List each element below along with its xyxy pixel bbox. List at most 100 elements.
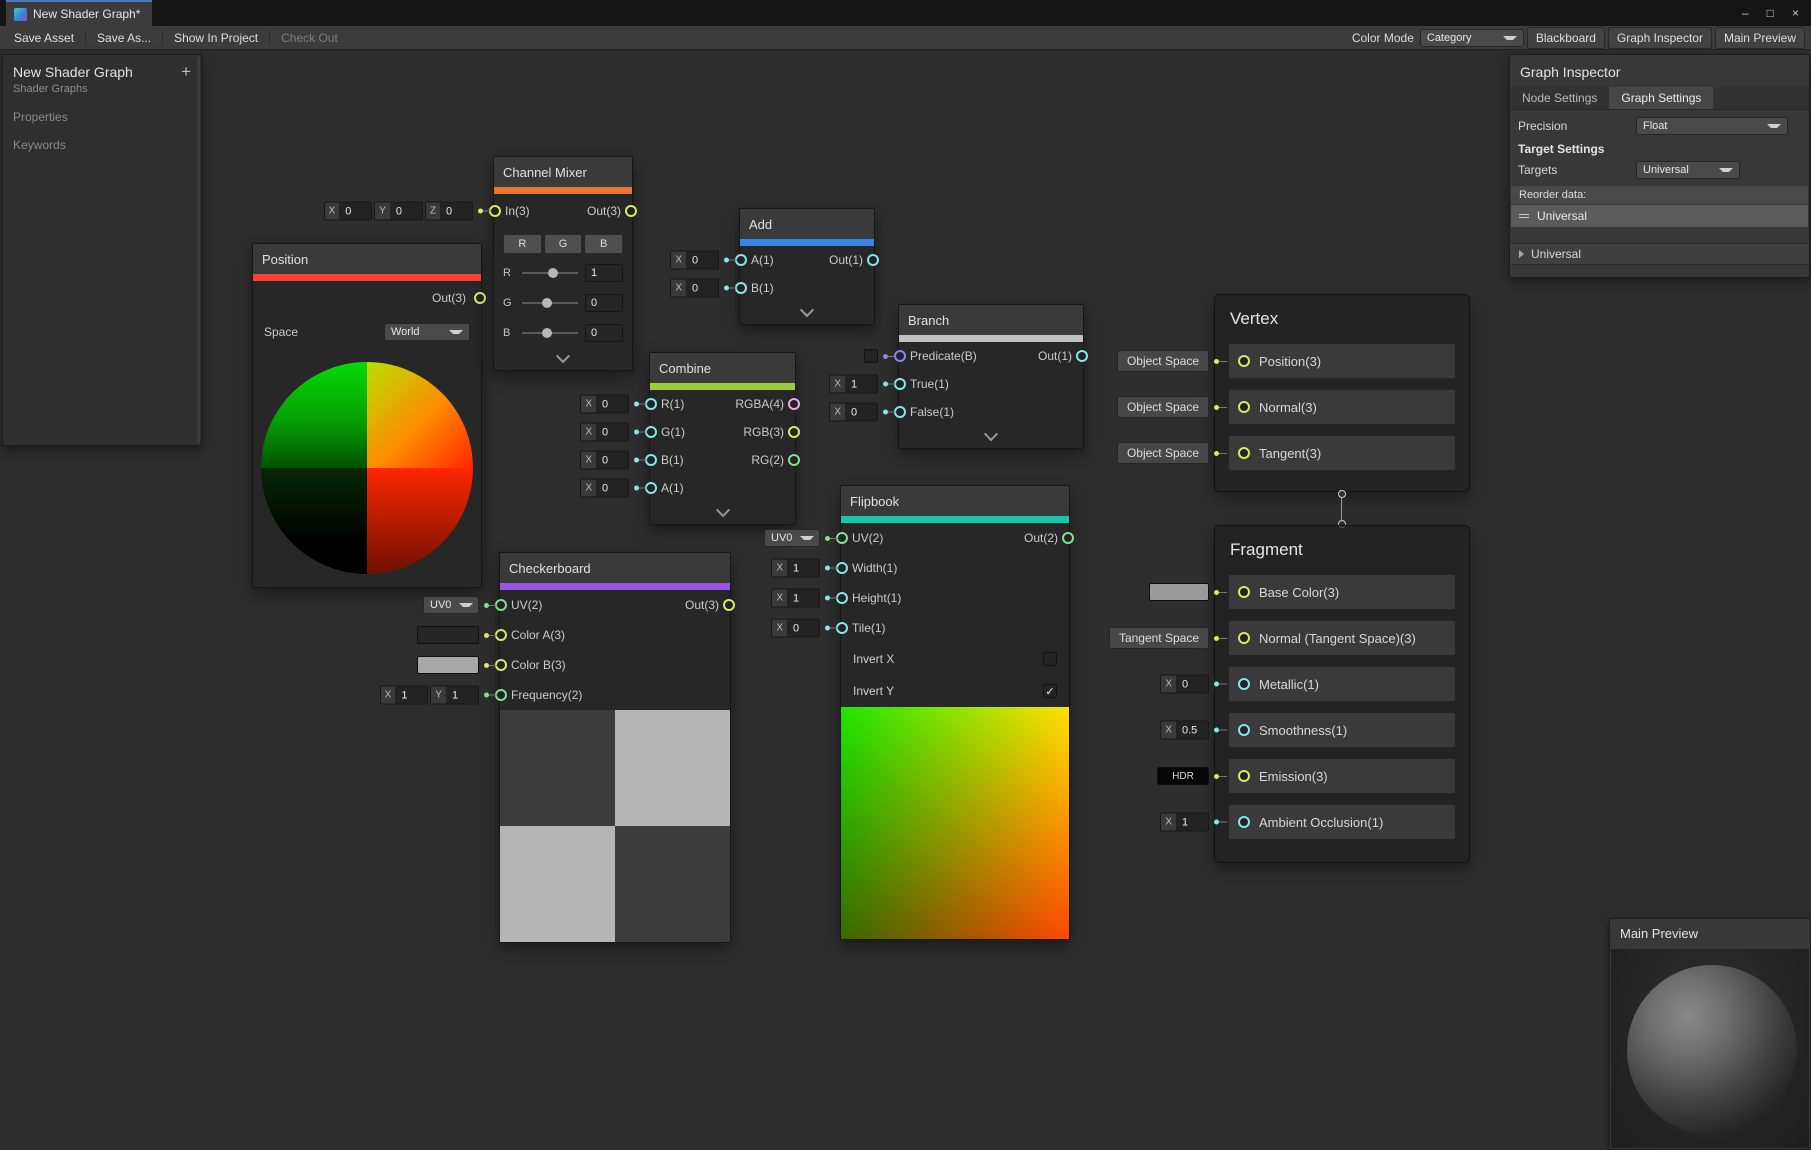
block-tangent[interactable]: Tangent(3) Object Space: [1228, 435, 1456, 471]
precision-dropdown[interactable]: Float: [1636, 117, 1788, 135]
x-field[interactable]: X0: [1160, 675, 1209, 694]
block-base-color[interactable]: Base Color(3): [1228, 574, 1456, 610]
block-normal[interactable]: Normal(3) Object Space: [1228, 389, 1456, 425]
node-branch-titlebar[interactable]: Branch: [899, 305, 1083, 335]
uv-channel-dropdown[interactable]: UV0: [423, 596, 479, 614]
port-normal-ts-vector3[interactable]: [1238, 632, 1250, 644]
graph-inspector-toggle[interactable]: Graph Inspector: [1608, 27, 1712, 49]
port-emission-vector3[interactable]: [1238, 770, 1250, 782]
x-field[interactable]: X0: [580, 395, 629, 414]
collapse-chevron-icon[interactable]: [556, 349, 570, 363]
x-field[interactable]: X1: [380, 686, 429, 705]
base-color-swatch[interactable]: [1149, 583, 1209, 601]
port-out-vector3[interactable]: [625, 205, 637, 217]
color-a-swatch[interactable]: [417, 626, 479, 644]
port-rg-vector2[interactable]: [788, 454, 800, 466]
object-space-dropdown[interactable]: Object Space: [1117, 442, 1209, 464]
x-field[interactable]: X1: [771, 589, 820, 608]
tab-graph-settings[interactable]: Graph Settings: [1609, 87, 1713, 109]
scrollbar[interactable]: [197, 57, 200, 443]
block-emission[interactable]: Emission(3) HDR: [1228, 758, 1456, 794]
tab-node-settings[interactable]: Node Settings: [1510, 87, 1609, 109]
invert-y-checkbox-checked[interactable]: ✓: [1043, 684, 1057, 698]
slider-b-value[interactable]: 0: [585, 324, 623, 342]
port-rgb-vector3[interactable]: [788, 426, 800, 438]
block-metallic[interactable]: Metallic(1) X0: [1228, 666, 1456, 702]
drag-handle-icon[interactable]: [1519, 214, 1529, 218]
x-field[interactable]: X0: [580, 451, 629, 470]
collapse-chevron-icon[interactable]: [800, 303, 814, 317]
save-as-button[interactable]: Save As...: [89, 28, 159, 48]
x-field[interactable]: X0: [670, 251, 719, 270]
x-field[interactable]: X0: [829, 403, 878, 422]
channel-r-button[interactable]: R: [503, 234, 542, 254]
channel-b-button[interactable]: B: [584, 234, 623, 254]
port-out-float[interactable]: [867, 254, 879, 266]
x-field[interactable]: X0: [670, 279, 719, 298]
port-metallic-float[interactable]: [1238, 678, 1250, 690]
uv-channel-dropdown[interactable]: UV0: [764, 529, 820, 547]
targets-dropdown[interactable]: Universal: [1636, 161, 1740, 179]
slider-handle[interactable]: [542, 298, 552, 308]
y-field[interactable]: Y0: [374, 202, 423, 221]
color-b-swatch[interactable]: [417, 656, 479, 674]
node-checkerboard-titlebar[interactable]: Checkerboard: [500, 553, 730, 583]
reorder-item-universal[interactable]: Universal: [1511, 205, 1808, 227]
preview-sphere[interactable]: [1627, 965, 1797, 1135]
port-smoothness-float[interactable]: [1238, 724, 1250, 736]
object-space-dropdown[interactable]: Object Space: [1117, 350, 1209, 372]
port-out-vector3[interactable]: [474, 292, 486, 304]
universal-foldout[interactable]: Universal: [1510, 243, 1809, 265]
save-asset-button[interactable]: Save Asset: [6, 28, 82, 48]
collapse-chevron-icon[interactable]: [715, 503, 729, 517]
port-tangent-vector3[interactable]: [1238, 447, 1250, 459]
x-field[interactable]: X0.5: [1160, 721, 1209, 740]
slider-g-value[interactable]: 0: [585, 294, 623, 312]
tangent-space-dropdown[interactable]: Tangent Space: [1109, 627, 1209, 649]
port-ao-float[interactable]: [1238, 816, 1250, 828]
blackboard-toggle[interactable]: Blackboard: [1527, 27, 1605, 49]
node-flipbook-titlebar[interactable]: Flipbook: [841, 486, 1069, 516]
port-out-vector3[interactable]: [723, 599, 735, 611]
y-field[interactable]: Y1: [430, 686, 479, 705]
invert-x-checkbox[interactable]: [1043, 652, 1057, 666]
tab-new-shader-graph[interactable]: New Shader Graph*: [6, 0, 152, 26]
x-field[interactable]: X1: [1160, 813, 1209, 832]
slider-b[interactable]: [522, 332, 578, 334]
block-position[interactable]: Position(3) Object Space: [1228, 343, 1456, 379]
port-normal-vector3[interactable]: [1238, 401, 1250, 413]
main-preview-toggle[interactable]: Main Preview: [1715, 27, 1805, 49]
maximize-icon[interactable]: □: [1767, 6, 1774, 20]
node-combine-titlebar[interactable]: Combine: [650, 353, 795, 383]
port-rgba-vector4[interactable]: [788, 398, 800, 410]
predicate-checkbox[interactable]: [864, 349, 878, 363]
node-position-titlebar[interactable]: Position: [253, 244, 481, 274]
x-field[interactable]: X0: [324, 202, 373, 221]
block-ambient-occlusion[interactable]: Ambient Occlusion(1) X1: [1228, 804, 1456, 840]
channel-g-button[interactable]: G: [544, 234, 583, 254]
z-field[interactable]: Z0: [425, 202, 473, 221]
port-base-color-vector3[interactable]: [1238, 586, 1250, 598]
space-dropdown[interactable]: World: [384, 323, 470, 341]
slider-r[interactable]: [522, 272, 578, 274]
slider-handle[interactable]: [542, 328, 552, 338]
x-field[interactable]: X0: [580, 423, 629, 442]
block-smoothness[interactable]: Smoothness(1) X0.5: [1228, 712, 1456, 748]
add-property-button[interactable]: +: [181, 65, 191, 79]
minimize-icon[interactable]: –: [1742, 6, 1749, 20]
color-mode-dropdown[interactable]: Category: [1420, 29, 1524, 47]
object-space-dropdown[interactable]: Object Space: [1117, 396, 1209, 418]
node-channel-mixer-titlebar[interactable]: Channel Mixer: [494, 157, 632, 187]
slider-handle[interactable]: [548, 268, 558, 278]
slider-r-value[interactable]: 1: [585, 264, 623, 282]
port-out-vector2[interactable]: [1062, 532, 1074, 544]
x-field[interactable]: X0: [580, 479, 629, 498]
port-out-float[interactable]: [1076, 350, 1088, 362]
port-position-vector3[interactable]: [1238, 355, 1250, 367]
x-field[interactable]: X0: [771, 619, 820, 638]
block-normal-ts[interactable]: Normal (Tangent Space)(3) Tangent Space: [1228, 620, 1456, 656]
x-field[interactable]: X1: [771, 559, 820, 578]
show-in-project-button[interactable]: Show In Project: [166, 28, 266, 48]
close-icon[interactable]: ×: [1792, 6, 1799, 20]
slider-g[interactable]: [522, 302, 578, 304]
